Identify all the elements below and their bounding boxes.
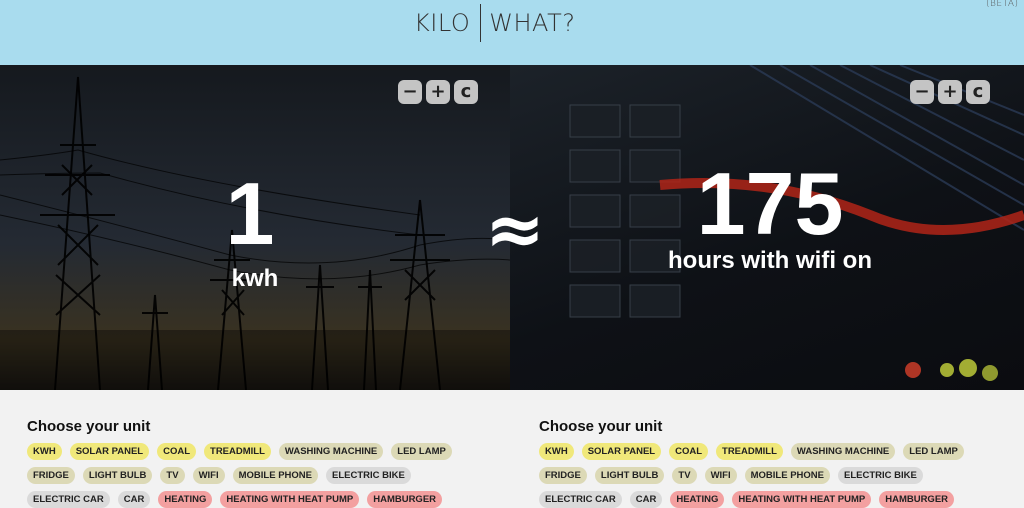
- unit-tag[interactable]: COAL: [669, 443, 709, 460]
- left-unit-chooser-title: Choose your unit: [27, 418, 151, 435]
- left-value: 1: [225, 164, 275, 263]
- unit-tag[interactable]: SOLAR PANEL: [581, 443, 662, 460]
- unit-tag[interactable]: FRIDGE: [27, 467, 75, 484]
- logo-kilo: KILO: [414, 9, 471, 37]
- beta-badge: (BETA): [986, 0, 1019, 9]
- unit-tag[interactable]: TREADMILL: [204, 443, 271, 460]
- unit-tag[interactable]: WIFI: [192, 467, 225, 484]
- left-unit-label: kwh: [231, 265, 279, 292]
- logo[interactable]: KILO WHAT? (BETA): [414, 0, 1018, 43]
- unit-tag[interactable]: TV: [672, 467, 697, 484]
- hero: − + c 1 kwh − + c 175 hours with wifi on…: [0, 65, 1024, 390]
- unit-tag[interactable]: WIFI: [704, 467, 737, 484]
- header: KILO WHAT? (BETA): [0, 0, 1024, 65]
- right-unit-chooser: Choose your unit KWH SOLAR PANEL COAL TREAD…: [539, 418, 1009, 508]
- logo-what: WHAT?: [489, 9, 576, 37]
- unit-tag[interactable]: WASHING MACHINE: [790, 443, 896, 460]
- unit-tag[interactable]: KWH: [27, 443, 62, 460]
- unit-tag[interactable]: COAL: [157, 443, 197, 460]
- left-unit-chooser: Choose your unit KWH SOLAR PANEL COAL TREAD…: [27, 418, 497, 508]
- right-unit-label: hours with wifi on: [668, 247, 872, 274]
- unit-tag[interactable]: TV: [160, 467, 185, 484]
- unit-tag[interactable]: LIGHT BULB: [594, 467, 665, 484]
- unit-tag[interactable]: ELECTRIC BIKE: [326, 467, 411, 484]
- right-unit-chooser-title: Choose your unit: [539, 418, 663, 435]
- unit-tag[interactable]: TREADMILL: [716, 443, 783, 460]
- left-minus-button[interactable]: −: [398, 80, 422, 104]
- right-panel: − + c 175 hours with wifi on: [510, 65, 1024, 390]
- unit-tag[interactable]: KWH: [539, 443, 574, 460]
- right-controls: − + c: [910, 80, 990, 104]
- unit-tag[interactable]: LED LAMP: [391, 443, 452, 460]
- right-plus-button[interactable]: +: [938, 80, 962, 104]
- unit-tag[interactable]: SOLAR PANEL: [69, 443, 150, 460]
- left-clear-button[interactable]: c: [454, 80, 478, 104]
- unit-tag[interactable]: LED LAMP: [903, 443, 964, 460]
- right-clear-button[interactable]: c: [966, 80, 990, 104]
- unit-tag[interactable]: ELECTRIC BIKE: [838, 467, 923, 484]
- unit-tag[interactable]: MOBILE PHONE: [232, 467, 318, 484]
- unit-tag[interactable]: WASHING MACHINE: [278, 443, 384, 460]
- left-plus-button[interactable]: +: [426, 80, 450, 104]
- approximately-equal-symbol: ≈: [484, 187, 546, 271]
- logo-divider: [480, 4, 482, 42]
- unit-tag[interactable]: FRIDGE: [539, 467, 587, 484]
- right-minus-button[interactable]: −: [910, 80, 934, 104]
- right-value: 175: [696, 154, 844, 253]
- unit-tag[interactable]: MOBILE PHONE: [744, 467, 830, 484]
- left-panel: − + c 1 kwh: [0, 65, 510, 390]
- left-controls: − + c: [398, 80, 478, 104]
- unit-tag[interactable]: LIGHT BULB: [82, 467, 153, 484]
- right-unit-tags: KWH SOLAR PANEL COAL TREADMILL WASHING MACHI…: [539, 443, 1009, 508]
- left-unit-tags: KWH SOLAR PANEL COAL TREADMILL WASHING MACHI…: [27, 443, 497, 508]
